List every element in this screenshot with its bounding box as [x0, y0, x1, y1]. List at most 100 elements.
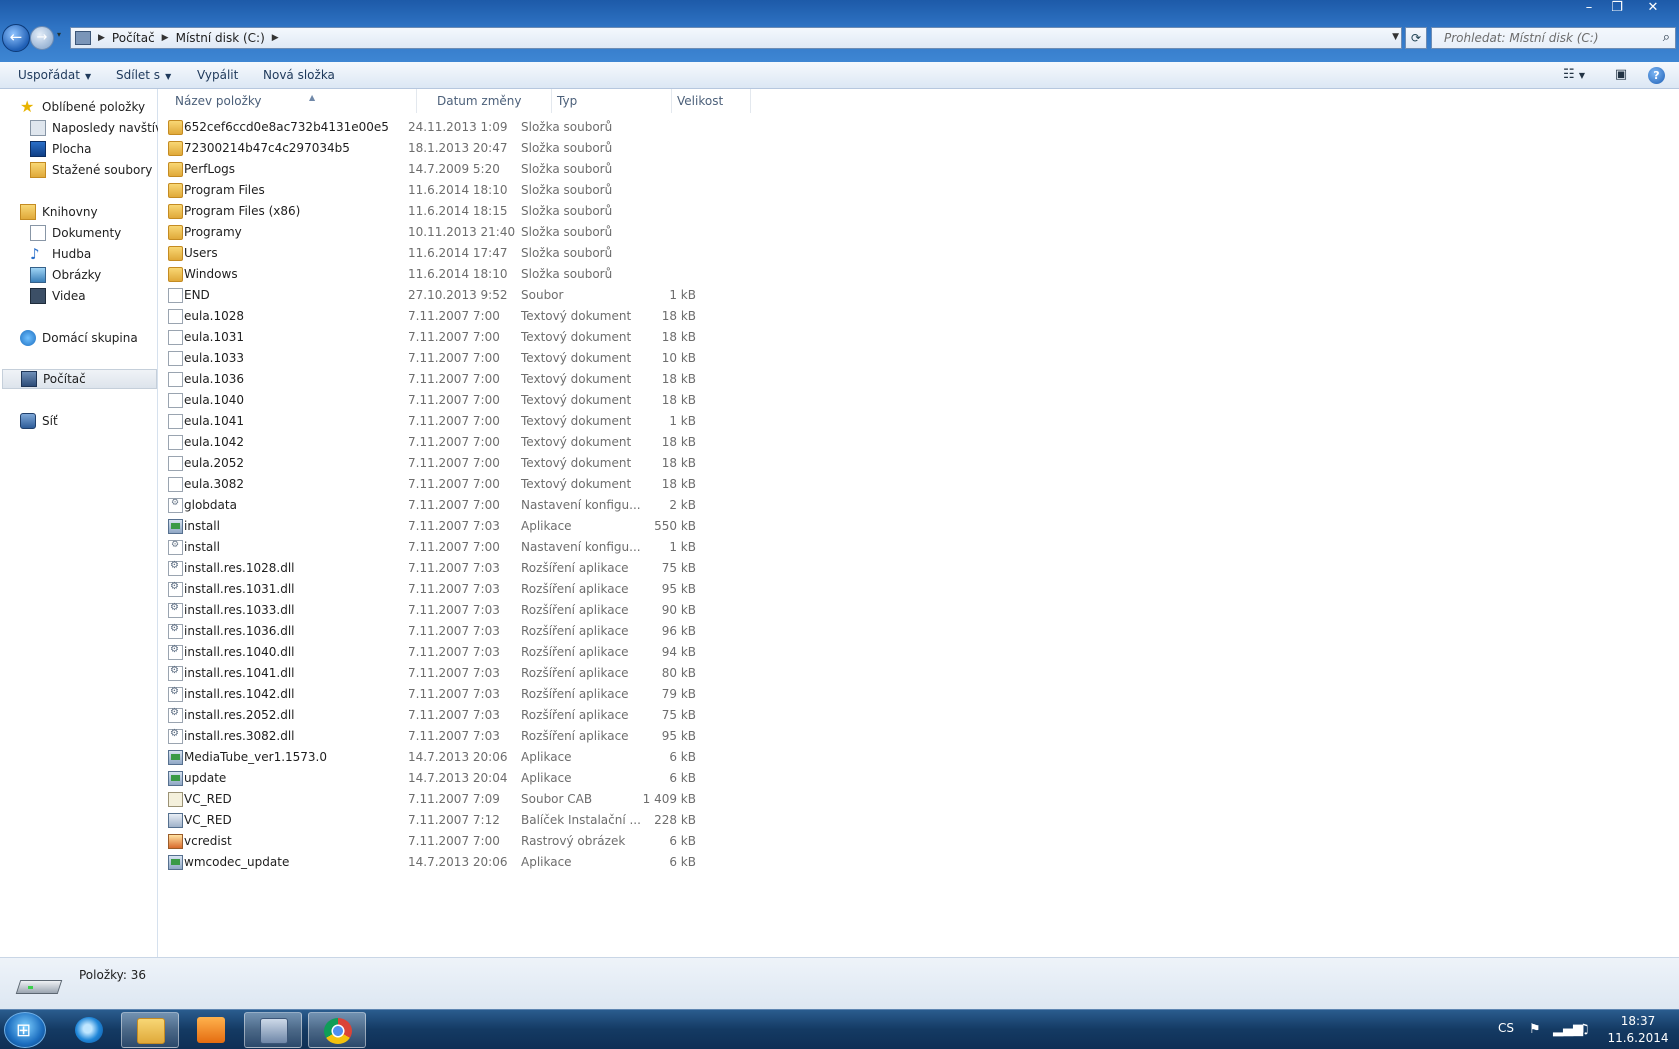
table-row[interactable]: Users 11.6.2014 17:47 Složka souborů [168, 243, 908, 264]
sidebar-item-recent[interactable]: Naposledy navštíven [30, 118, 177, 138]
breadcrumb-separator-icon[interactable]: ▶ [98, 33, 105, 43]
taskbar-control-panel[interactable] [244, 1012, 302, 1048]
column-header-date[interactable]: Datum změny [432, 89, 552, 113]
search-box[interactable]: ⌕ [1431, 27, 1676, 49]
table-row[interactable]: globdata7.11.2007 7:00Nastavení konfigu.… [168, 495, 908, 516]
table-row[interactable]: install 7.11.2007 7:03 Aplikace 550 kB [168, 516, 908, 537]
table-row[interactable]: install.res.1031.dll7.11.2007 7:03Rozšíř… [168, 579, 908, 600]
taskbar-chrome[interactable] [308, 1012, 366, 1048]
file-size: 94 kB [661, 645, 696, 659]
preview-pane-button[interactable]: ▣ [1611, 67, 1631, 85]
sidebar-item-libraries[interactable]: Knihovny [20, 202, 98, 222]
forward-button[interactable]: → [30, 26, 54, 50]
taskbar-explorer[interactable] [121, 1012, 179, 1048]
sidebar-item-pictures[interactable]: Obrázky [30, 265, 101, 285]
clock-date[interactable]: 11.6.2014 [1604, 1031, 1672, 1045]
file-name: Users [184, 246, 218, 260]
breadcrumb-computer[interactable]: Počítač [112, 31, 155, 45]
table-row[interactable]: eula.1040 7.11.2007 7:00 Textový dokument 1… [168, 390, 908, 411]
chevron-down-icon: ▼ [84, 72, 92, 81]
address-bar[interactable]: ▶ Počítač ▶ Místní disk (C:) ▶ ▼ [70, 27, 1402, 49]
breadcrumb-separator-icon[interactable]: ▶ [162, 33, 169, 43]
table-row[interactable]: PerfLogs 14.7.2009 5:20 Složka souborů [168, 159, 908, 180]
table-row[interactable]: install.res.1028.dll7.11.2007 7:03Rozšíř… [168, 558, 908, 579]
sidebar-item-videos[interactable]: Videa [30, 286, 86, 306]
start-button[interactable]: ⊞ [4, 1012, 46, 1048]
organize-button[interactable]: Uspořádat ▼ [18, 62, 91, 89]
search-input[interactable] [1432, 28, 1647, 48]
file-icon [168, 477, 183, 492]
column-header-type[interactable]: Typ [552, 89, 672, 113]
column-header-name[interactable]: Název položky ▲ [170, 89, 417, 113]
table-row[interactable]: VC_RED 7.11.2007 7:09 Soubor CAB 1 409 kB [168, 789, 908, 810]
file-name: install [184, 519, 220, 533]
sidebar-item-computer[interactable]: Počítač [2, 369, 157, 389]
volume-icon[interactable]: ♫ [1578, 1022, 1590, 1037]
sidebar-item-documents[interactable]: Dokumenty [30, 223, 121, 243]
back-button[interactable]: ← [2, 24, 30, 52]
file-type: Aplikace [521, 771, 572, 785]
address-dropdown-icon[interactable]: ▼ [1392, 32, 1399, 42]
table-row[interactable]: update 14.7.2013 20:04 Aplikace 6 kB [168, 768, 908, 789]
table-row[interactable]: install.res.1042.dll7.11.2007 7:03Rozšíř… [168, 684, 908, 705]
sidebar-item-favorites[interactable]: ★ Oblíbené položky [20, 97, 145, 117]
table-row[interactable]: install.res.2052.dll7.11.2007 7:03Rozšíř… [168, 705, 908, 726]
table-row[interactable]: 72300214b47c4c297034b5 18.1.2013 20:47 Slo… [168, 138, 908, 159]
file-name: eula.1041 [184, 414, 245, 428]
minimize-button[interactable]: – [1575, 0, 1603, 18]
clock-time[interactable]: 18:37 [1613, 1014, 1663, 1028]
table-row[interactable]: eula.1041 7.11.2007 7:00 Textový dokument 1… [168, 411, 908, 432]
file-date: 11.6.2014 17:47 [408, 246, 508, 260]
table-row[interactable]: install.res.1041.dll7.11.2007 7:03Rozšíř… [168, 663, 908, 684]
file-date: 7.11.2007 7:12 [408, 813, 500, 827]
table-row[interactable]: install.res.1036.dll7.11.2007 7:03Rozšíř… [168, 621, 908, 642]
close-button[interactable]: ✕ [1631, 0, 1675, 18]
table-row[interactable]: install7.11.2007 7:00Nastavení konfigu..… [168, 537, 908, 558]
table-row[interactable]: eula.1042 7.11.2007 7:00 Textový dokument 1… [168, 432, 908, 453]
taskbar-internet-explorer[interactable] [60, 1012, 118, 1048]
burn-button[interactable]: Vypálit [197, 62, 238, 89]
file-size: 18 kB [661, 393, 696, 407]
table-row[interactable]: Program Files 11.6.2014 18:10 Složka soubo… [168, 180, 908, 201]
table-row[interactable]: eula.2052 7.11.2007 7:00 Textový dokument 1… [168, 453, 908, 474]
sidebar-item-homegroup[interactable]: Domácí skupina [20, 328, 138, 348]
sidebar-item-label: Plocha [52, 142, 92, 156]
breadcrumb-local-disk[interactable]: Místní disk (C:) [176, 31, 265, 45]
breadcrumb-separator-icon[interactable]: ▶ [272, 33, 279, 43]
table-row[interactable]: eula.1028 7.11.2007 7:00 Textový dokument 1… [168, 306, 908, 327]
table-row[interactable]: Windows 11.6.2014 18:10 Složka souborů [168, 264, 908, 285]
sidebar-item-desktop[interactable]: Plocha [30, 139, 91, 159]
table-row[interactable]: eula.3082 7.11.2007 7:00 Textový dokument 1… [168, 474, 908, 495]
table-row[interactable]: wmcodec_update 14.7.2013 20:06 Aplikace 6 k… [168, 852, 908, 873]
sidebar-item-downloads[interactable]: Stažené soubory [30, 160, 152, 180]
share-button[interactable]: Sdílet s ▼ [116, 62, 171, 89]
table-row[interactable]: END 27.10.2013 9:52 Soubor 1 kB [168, 285, 908, 306]
table-row[interactable]: eula.1036 7.11.2007 7:00 Textový dokument 1… [168, 369, 908, 390]
table-row[interactable]: VC_RED 7.11.2007 7:12 Balíček Instalační .… [168, 810, 908, 831]
help-icon[interactable]: ? [1648, 67, 1665, 84]
search-icon[interactable]: ⌕ [1663, 30, 1670, 45]
action-center-flag-icon[interactable]: ⚑ [1529, 1022, 1541, 1037]
column-header-size[interactable]: Velikost [672, 89, 751, 113]
new-folder-button[interactable]: Nová složka [263, 62, 335, 89]
table-row[interactable]: MediaTube_ver1.1573.0 14.7.2013 20:06 Apli… [168, 747, 908, 768]
change-view-button[interactable]: ☷ ▼ [1556, 67, 1592, 85]
file-name: PerfLogs [184, 162, 236, 176]
table-row[interactable]: eula.1033 7.11.2007 7:00 Textový dokument 1… [168, 348, 908, 369]
maximize-button[interactable]: ❐ [1603, 0, 1631, 18]
table-row[interactable]: install.res.1033.dll7.11.2007 7:03Rozšíř… [168, 600, 908, 621]
refresh-button[interactable]: ⟳ [1405, 27, 1427, 49]
file-size: 1 kB [669, 414, 696, 428]
table-row[interactable]: vcredist 7.11.2007 7:00 Rastrový obrázek 6 … [168, 831, 908, 852]
table-row[interactable]: install.res.3082.dll7.11.2007 7:03Rozšíř… [168, 726, 908, 747]
table-row[interactable]: 652cef6ccd0e8ac732b4131e00e5 24.11.2013 1… [168, 117, 908, 138]
language-indicator[interactable]: CS [1498, 1021, 1514, 1035]
table-row[interactable]: install.res.1040.dll7.11.2007 7:03Rozšíř… [168, 642, 908, 663]
sidebar-item-music[interactable]: ♪ Hudba [30, 244, 91, 264]
sidebar-item-network[interactable]: Síť [20, 411, 58, 431]
table-row[interactable]: Programy 10.11.2013 21:40 Složka souborů [168, 222, 908, 243]
table-row[interactable]: eula.1031 7.11.2007 7:00 Textový dokument 1… [168, 327, 908, 348]
taskbar-media-player[interactable] [182, 1012, 240, 1048]
table-row[interactable]: Program Files (x86) 11.6.2014 18:15 Složka… [168, 201, 908, 222]
recent-pages-dropdown[interactable]: ▾ [57, 30, 61, 39]
